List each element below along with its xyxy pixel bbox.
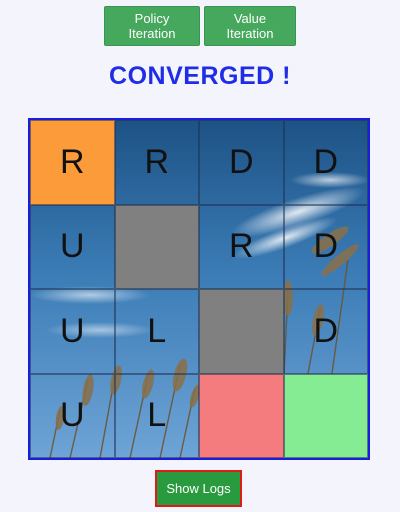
grid-cell-open[interactable]: D — [283, 289, 368, 374]
grid-cell-open[interactable]: R — [199, 204, 284, 289]
grid-cell-goal[interactable] — [283, 373, 368, 458]
grid-cell-open[interactable]: D — [199, 120, 284, 205]
show-logs-button[interactable]: Show Logs — [155, 470, 242, 507]
value-iteration-button[interactable]: Value Iteration — [204, 6, 296, 46]
grid-cell-open[interactable]: U — [30, 204, 115, 289]
status-message: CONVERGED ! — [109, 62, 291, 90]
grid-cell-open[interactable]: U — [30, 373, 115, 458]
grid-cell-open[interactable]: D — [283, 204, 368, 289]
grid-cell-open[interactable]: D — [283, 120, 368, 205]
policy-iteration-button[interactable]: Policy Iteration — [104, 6, 200, 46]
grid-cell-open[interactable]: L — [114, 373, 199, 458]
gridworld-board: RRDDURDULDUL — [28, 118, 370, 460]
grid-cell-start[interactable]: R — [30, 120, 115, 205]
gridworld-page: Policy Iteration Value Iteration CONVERG… — [0, 0, 400, 512]
grid-cell-open[interactable]: L — [114, 289, 199, 374]
algorithm-button-row: Policy Iteration Value Iteration — [0, 6, 400, 48]
grid-cell-wall[interactable] — [114, 204, 199, 289]
grid-cell-pit[interactable] — [199, 373, 284, 458]
gridworld-cells: RRDDURDULDUL — [30, 120, 368, 458]
grid-cell-open[interactable]: R — [114, 120, 199, 205]
grid-cell-open[interactable]: U — [30, 289, 115, 374]
grid-cell-wall[interactable] — [199, 289, 284, 374]
